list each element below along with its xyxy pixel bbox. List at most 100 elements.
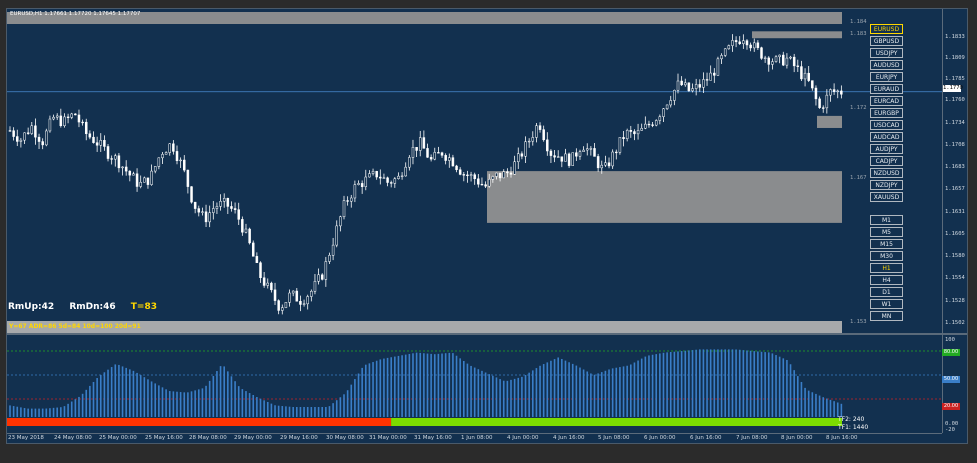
tf2-label: TF2: 240 (838, 416, 865, 423)
candle-body (63, 116, 66, 126)
candle-body (596, 156, 600, 169)
timeframe-button-h1[interactable]: H1 (870, 263, 903, 273)
candle-body (444, 155, 447, 161)
candle-body (88, 133, 92, 138)
candle-body (291, 290, 295, 294)
time-tick-label: 23 May 2018 (8, 435, 44, 441)
symbol-button-audusd[interactable]: AUDUSD (870, 60, 903, 70)
candle-body (451, 157, 455, 167)
candle-body (273, 289, 277, 301)
candle-body (644, 123, 647, 129)
level-20-tag: 20.00 (942, 403, 960, 410)
candle-body (404, 166, 407, 177)
candle-body (8, 130, 12, 132)
candle-body (517, 153, 520, 162)
candle-body (128, 170, 132, 176)
symbol-button-audjpy[interactable]: AUDJPY (870, 144, 903, 154)
candle-body (792, 56, 796, 67)
candle-body (302, 303, 306, 305)
candle-body (121, 166, 124, 169)
price-tick-label: 1.1554 (945, 275, 965, 282)
zone-price-label: 1.172 (850, 105, 867, 111)
candle-body (440, 152, 444, 156)
candle-body (339, 216, 342, 227)
timeframe-button-m15[interactable]: M15 (870, 239, 903, 249)
symbol-button-usdcad[interactable]: USDCAD (870, 120, 903, 130)
adr-bar: Y=67 ADR=86 5d=84 10d=100 20d=91 (7, 321, 842, 333)
candle-body (70, 113, 73, 118)
current-price-tag: 1.1770 (943, 85, 963, 92)
candle-body (506, 171, 509, 174)
timeframe-button-d1[interactable]: D1 (870, 287, 903, 297)
candle-body (364, 176, 368, 187)
time-tick-label: 8 Jun 16:00 (826, 435, 858, 441)
timeframe-button-m30[interactable]: M30 (870, 251, 903, 261)
candle-body (811, 80, 814, 89)
candle-body (803, 72, 807, 80)
candle-body (190, 186, 193, 203)
candle-body (556, 156, 560, 158)
candle-body (720, 55, 723, 60)
candle-body (582, 149, 585, 152)
candle-body (829, 89, 832, 96)
time-scale[interactable]: 23 May 2018 24 May 08:00 25 May 00:00 25 Ma… (7, 433, 942, 445)
time-tick-label: 8 Jun 00:00 (781, 435, 813, 441)
candle-body (48, 118, 52, 132)
price-tick-label: 1.1833 (945, 34, 965, 41)
symbol-button-eurgbp[interactable]: EURGBP (870, 108, 903, 118)
time-tick-label: 25 May 16:00 (145, 435, 183, 441)
timeframe-button-w1[interactable]: W1 (870, 299, 903, 309)
timeframe-button-m1[interactable]: M1 (870, 215, 903, 225)
candle-body (618, 137, 622, 153)
price-tick-label: 1.1657 (945, 186, 965, 193)
candle-body (418, 137, 422, 151)
candle-body (774, 56, 778, 62)
symbol-button-nzdjpy[interactable]: NZDJPY (870, 180, 903, 190)
candle-body (800, 66, 803, 80)
timeframe-button-m5[interactable]: M5 (870, 227, 903, 237)
trend-bar-red (7, 418, 392, 426)
symbol-button-eurusd[interactable]: EURUSD (870, 24, 903, 34)
candle-body (415, 147, 418, 151)
candle-body (317, 274, 320, 282)
candle-body (760, 47, 763, 59)
candle-body (825, 94, 829, 109)
candle-body (542, 129, 545, 141)
candle-body (368, 173, 371, 178)
candle-body (360, 183, 364, 187)
candle-body (604, 162, 607, 166)
symbol-button-nzdusd[interactable]: NZDUSD (870, 168, 903, 178)
candle-body (382, 177, 386, 179)
symbol-button-gbpusd[interactable]: GBPUSD (870, 36, 903, 46)
time-tick-label: 7 Jun 08:00 (736, 435, 768, 441)
zone-price-label: 1.153 (850, 319, 867, 325)
candle-body (350, 197, 353, 202)
trend-bar-green (391, 418, 842, 426)
candle-body (375, 171, 378, 178)
candle-body (34, 125, 37, 138)
symbol-button-usdjpy[interactable]: USDJPY (870, 48, 903, 58)
candle-body (796, 65, 800, 67)
t-value-label: T=83 (130, 302, 157, 312)
timeframe-button-mn[interactable]: MN (870, 311, 903, 321)
oscillator-subwindow[interactable] (7, 335, 942, 433)
symbol-button-euraud[interactable]: EURAUD (870, 84, 903, 94)
candle-body (756, 42, 760, 48)
symbol-button-cadjpy[interactable]: CADJPY (870, 156, 903, 166)
time-tick-label: 31 May 16:00 (414, 435, 452, 441)
price-chart-canvas[interactable]: 1.184 1.183 1.172 1.167 1.153 (7, 9, 942, 333)
symbol-button-audcad[interactable]: AUDCAD (870, 132, 903, 142)
candle-body (611, 151, 614, 167)
candle-body (742, 40, 745, 44)
symbol-button-eurcad[interactable]: EURCAD (870, 96, 903, 106)
candle-body (23, 132, 26, 141)
price-chart[interactable]: 1.184 1.183 1.172 1.167 1.153 (7, 9, 942, 333)
candle-body (124, 166, 128, 172)
timeframe-button-h4[interactable]: H4 (870, 275, 903, 285)
candle-body (487, 179, 491, 187)
price-scale[interactable]: 1.1833 1.1809 1.1785 1.1760 1.1734 1.1708 1.16… (942, 9, 969, 433)
symbol-button-xauusd[interactable]: XAUUSD (870, 192, 903, 202)
symbol-button-eurjpy[interactable]: EURJPY (870, 72, 903, 82)
oscillator-canvas[interactable] (7, 335, 942, 433)
zone-big-demand (487, 171, 842, 223)
